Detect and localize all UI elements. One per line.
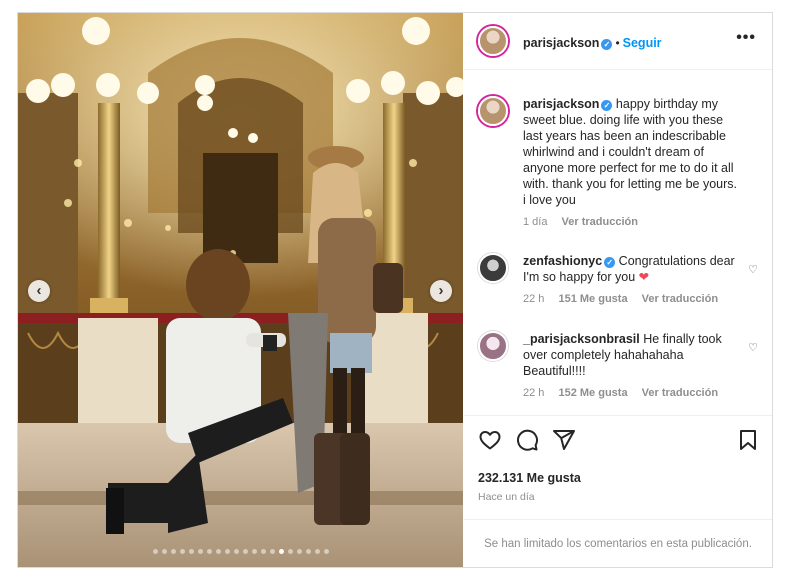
carousel-dot [314, 549, 320, 554]
post-photo[interactable]: ‹ › [18, 13, 463, 567]
carousel-next-button[interactable]: › [430, 280, 452, 302]
carousel-dot [224, 549, 230, 554]
carousel-dot [170, 549, 176, 554]
separator-dot: • [615, 36, 620, 50]
comment-avatar[interactable] [478, 331, 508, 361]
post-header: parisjackson ✓ • Seguir ••• [464, 13, 772, 70]
carousel-dot [305, 549, 311, 554]
carousel-dot [269, 549, 275, 554]
comment-text: zenfashionyc ✓ Congratulations dear I'm s… [523, 253, 743, 307]
instagram-post: ‹ › parisjackson ✓ • Seguir ••• parisjackso… [17, 12, 773, 568]
comments-list[interactable]: parisjackson ✓ happy birthday my sweet bl… [464, 70, 772, 415]
carousel-dot [188, 549, 194, 554]
carousel-dot [233, 549, 239, 554]
comment-like-heart-icon[interactable]: ♡ [748, 263, 758, 276]
carousel-dot [287, 549, 293, 554]
carousel-dot [251, 549, 257, 554]
comment-meta: 22 h 152 Me gusta Ver traducción [523, 385, 743, 401]
post-side-panel: parisjackson ✓ • Seguir ••• parisjackson ✓ h… [464, 13, 772, 567]
comment-meta: 22 h 151 Me gusta Ver traducción [523, 291, 743, 307]
carousel-prev-button[interactable]: ‹ [28, 280, 50, 302]
carousel-dot [260, 549, 266, 554]
verified-badge-icon: ✓ [604, 257, 616, 268]
comment-bubble-icon[interactable] [515, 428, 539, 452]
header-user: parisjackson ✓ • Seguir [523, 34, 662, 52]
header-username[interactable]: parisjackson [523, 36, 599, 50]
caption-meta: 1 día Ver traducción [523, 214, 743, 230]
red-heart-emoji: ❤ [638, 270, 650, 284]
comment-avatar[interactable] [478, 253, 508, 283]
follow-button[interactable]: Seguir [623, 36, 662, 50]
comment-username[interactable]: zenfashionyc [523, 254, 602, 268]
carousel-dot [278, 549, 284, 554]
comment-time: 22 h [523, 293, 545, 305]
comment-like-heart-icon[interactable]: ♡ [748, 341, 758, 354]
caption-avatar[interactable] [478, 96, 508, 126]
more-options-icon[interactable]: ••• [736, 29, 756, 47]
share-send-icon[interactable] [552, 428, 576, 452]
action-icons [478, 428, 760, 452]
verified-badge-icon: ✓ [601, 100, 613, 111]
comment-likes[interactable]: 151 Me gusta [558, 293, 627, 305]
post-actions: 232.131 Me gusta Hace un día [464, 415, 772, 536]
comment-likes[interactable]: 152 Me gusta [558, 387, 627, 399]
caption-username[interactable]: parisjackson [523, 97, 599, 111]
carousel-indicator [18, 549, 463, 554]
carousel-dot [323, 549, 329, 554]
comment-username[interactable]: _parisjacksonbrasil [523, 332, 640, 346]
caption-time: 1 día [523, 216, 548, 228]
carousel-dot [152, 549, 158, 554]
likes-count[interactable]: 232.131 Me gusta [478, 471, 581, 485]
proposal-photo [18, 13, 463, 567]
comments-limited-notice: Se han limitado los comentarios en esta … [464, 519, 772, 568]
post-time-ago: Hace un día [478, 491, 535, 503]
avatar[interactable] [478, 26, 508, 56]
comment-time: 22 h [523, 387, 545, 399]
carousel-dot [242, 549, 248, 554]
caption-body: happy birthday my sweet blue. doing life… [523, 97, 737, 207]
carousel-dot [215, 549, 221, 554]
translate-link[interactable]: Ver traducción [642, 293, 718, 305]
carousel-dot [197, 549, 203, 554]
carousel-dot [179, 549, 185, 554]
carousel-dot [206, 549, 212, 554]
translate-link[interactable]: Ver traducción [562, 216, 638, 228]
like-heart-icon[interactable] [478, 428, 502, 452]
verified-badge-icon: ✓ [601, 39, 613, 50]
translate-link[interactable]: Ver traducción [642, 387, 718, 399]
caption-text: parisjackson ✓ happy birthday my sweet bl… [523, 96, 743, 230]
comment-text: _parisjacksonbrasil He finally took over… [523, 331, 743, 401]
carousel-dot [161, 549, 167, 554]
carousel-dot [296, 549, 302, 554]
save-bookmark-icon[interactable] [736, 428, 760, 452]
